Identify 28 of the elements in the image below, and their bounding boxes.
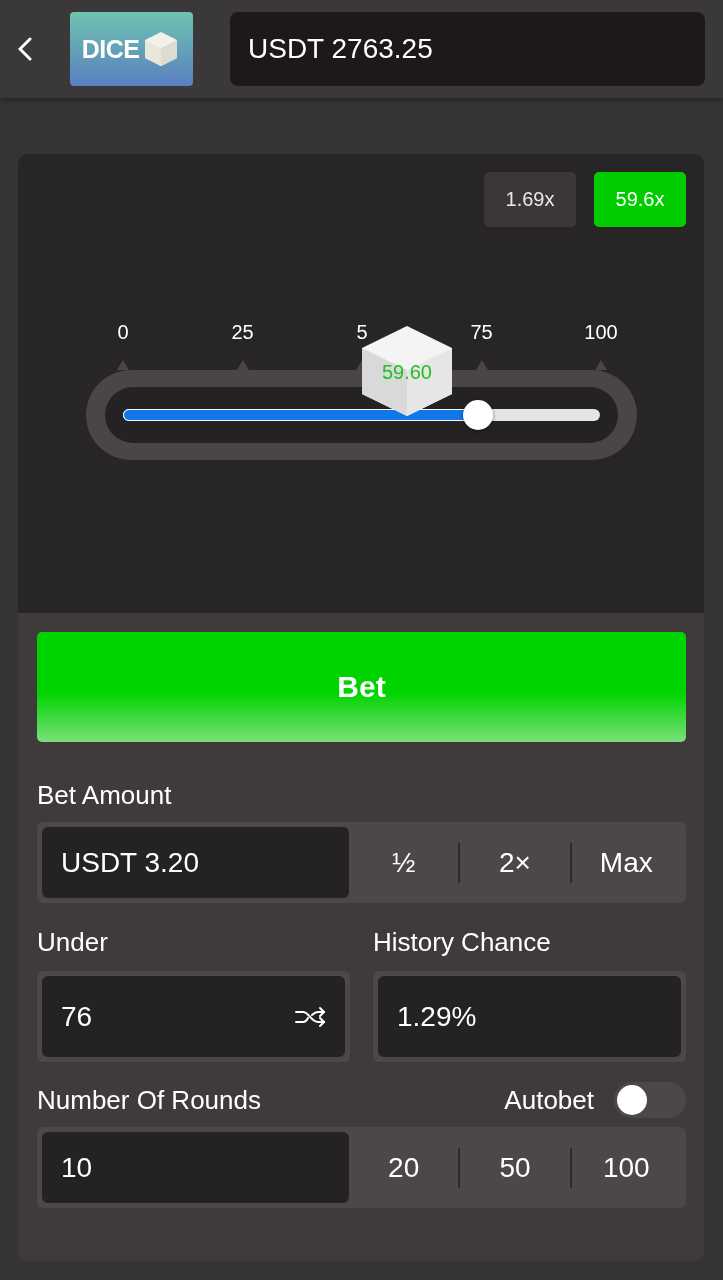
back-icon[interactable]: [18, 37, 32, 61]
shuffle-icon[interactable]: [294, 1004, 326, 1029]
amount-option-button[interactable]: Max: [571, 845, 681, 880]
balance-display: USDT 2763.25: [230, 12, 705, 86]
under-field[interactable]: 76: [42, 976, 345, 1057]
field-value: 76: [61, 1000, 93, 1033]
bet-amount-field[interactable]: USDT 3.20: [42, 827, 349, 898]
field-label: History Chance: [373, 927, 552, 958]
autobet-label: Autobet: [504, 1084, 594, 1116]
multiplier-chip[interactable]: 1.69x: [484, 172, 576, 227]
field-label: Bet Amount: [37, 780, 173, 811]
rounds-option-button[interactable]: 50: [460, 1150, 570, 1185]
amount-option-button[interactable]: ½: [349, 845, 459, 880]
field-label: Under: [37, 927, 109, 958]
slider-thumb[interactable]: [463, 400, 494, 430]
scale-label: 25: [231, 321, 254, 344]
logo-text: DICE: [81, 34, 140, 64]
scale-label: 0: [117, 321, 129, 344]
scale-label: 100: [584, 321, 618, 344]
amount-option-button[interactable]: 2×: [460, 845, 570, 880]
field-label: Number Of Rounds: [37, 1084, 261, 1116]
history-chance-field[interactable]: 1.29%: [378, 976, 681, 1057]
rounds-field[interactable]: 10: [42, 1132, 349, 1203]
scale-label: 75: [470, 321, 493, 344]
autobet-toggle[interactable]: [614, 1082, 686, 1118]
scale-label: 5: [356, 321, 368, 344]
rounds-option-button[interactable]: 100: [571, 1150, 681, 1185]
rounds-option-button[interactable]: 20: [349, 1150, 459, 1185]
